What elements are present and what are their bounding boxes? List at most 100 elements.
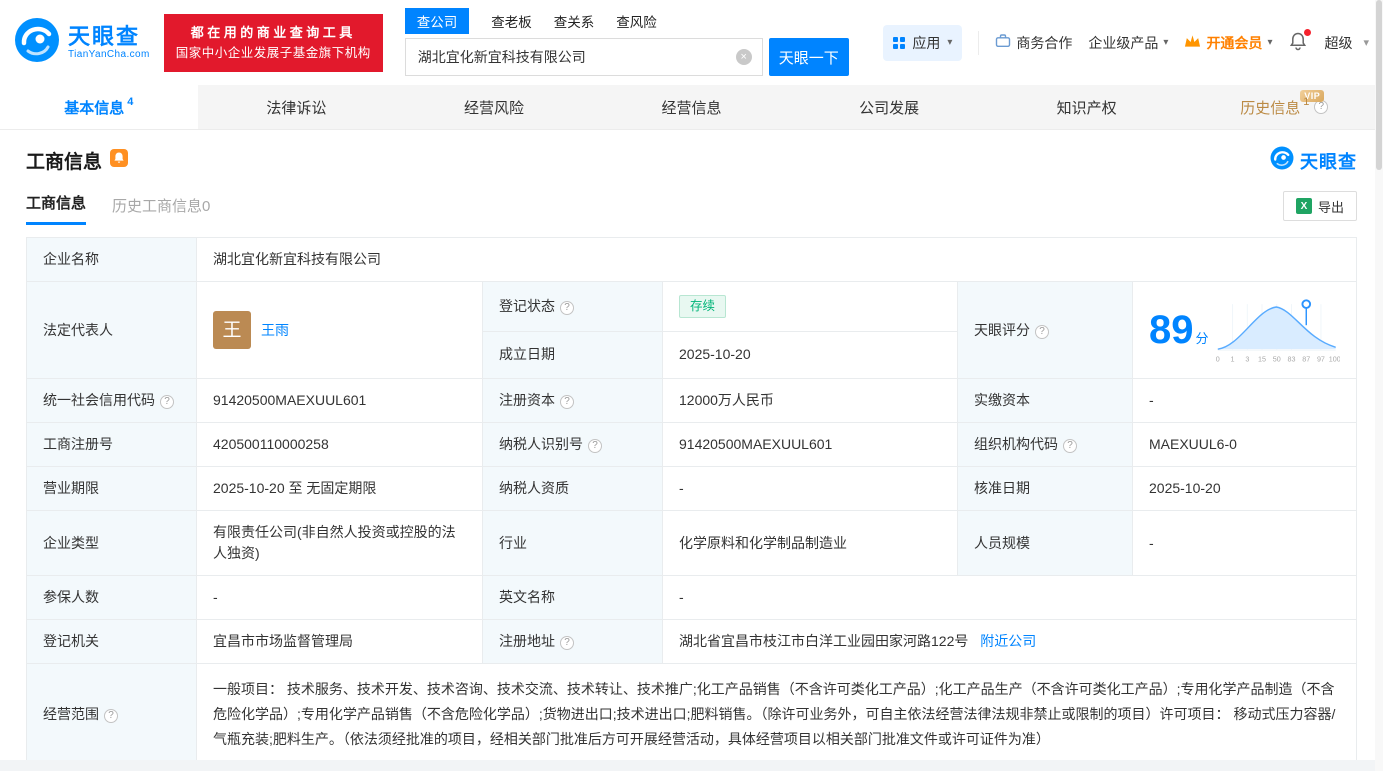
help-icon[interactable]: ? bbox=[160, 395, 174, 409]
search-area: 查公司 查老板 查关系 查风险 × 天眼一下 bbox=[404, 8, 849, 76]
approval-date-label: 核准日期 bbox=[957, 466, 1133, 511]
help-icon[interactable]: ? bbox=[588, 439, 602, 453]
reg-capital-value: 12000万人民币 bbox=[662, 378, 958, 423]
brand-name: 天眼查 bbox=[1300, 151, 1357, 172]
search-button[interactable]: 天眼一下 bbox=[768, 38, 849, 76]
svg-text:87: 87 bbox=[1302, 356, 1310, 364]
help-icon[interactable]: ? bbox=[1035, 324, 1049, 339]
table-row: 企业名称 湖北宜化新宜科技有限公司 bbox=[26, 237, 1357, 282]
scrollbar-thumb[interactable] bbox=[1376, 0, 1382, 170]
page-bottom-strip bbox=[0, 760, 1383, 771]
tab-count-badge: 1 bbox=[1303, 96, 1310, 108]
top-bar: 天眼查 TianYanCha.com 都在用的商业查询工具 国家中小企业发展子基… bbox=[0, 0, 1383, 85]
crown-icon bbox=[1184, 34, 1201, 51]
tab-label: 经营信息 bbox=[661, 99, 722, 117]
tianyancha-logo[interactable]: 天眼查 TianYanCha.com bbox=[14, 17, 150, 68]
promo-line2: 国家中小企业发展子基金旗下机构 bbox=[175, 45, 371, 60]
reg-number-value: 420500110000258 bbox=[196, 422, 483, 467]
tab-history-info[interactable]: VIP 历史信息 1 ? bbox=[1185, 85, 1383, 129]
promo-banner: 都在用的商业查询工具 国家中小企业发展子基金旗下机构 bbox=[163, 13, 383, 72]
tab-count-badge: 4 bbox=[127, 96, 134, 108]
score-cell[interactable]: 89 分 0 1 3 15 50 83 87 97 100 bbox=[1132, 281, 1357, 379]
logo-name: 天眼查 bbox=[68, 24, 141, 50]
export-label: 导出 bbox=[1317, 199, 1344, 215]
apps-label: 应用 bbox=[912, 34, 941, 51]
tab-company-development[interactable]: 公司发展 bbox=[790, 85, 988, 129]
help-icon[interactable]: ? bbox=[560, 636, 574, 650]
help-icon[interactable]: ? bbox=[560, 300, 574, 315]
search-type-tabs: 查公司 查老板 查关系 查风险 bbox=[404, 8, 849, 34]
help-icon[interactable]: ? bbox=[1063, 439, 1077, 453]
table-row: 经营范围? 一般项目： 技术服务、技术开发、技术咨询、技术交流、技术转让、技术推… bbox=[26, 663, 1357, 766]
excel-icon: X bbox=[1295, 198, 1312, 214]
approval-date-value: 2025-10-20 bbox=[1132, 466, 1357, 511]
nearby-companies-link[interactable]: 附近公司 bbox=[980, 633, 1036, 649]
tab-intellectual-property[interactable]: 知识产权 bbox=[988, 85, 1186, 129]
staff-size-value: - bbox=[1132, 510, 1357, 576]
nav-divider bbox=[978, 30, 980, 55]
search-tab-company[interactable]: 查公司 bbox=[404, 8, 470, 34]
help-icon[interactable]: ? bbox=[1314, 100, 1329, 114]
address-cell: 湖北省宜昌市枝江市白洋工业园田家河路122号 附近公司 bbox=[662, 619, 1357, 664]
chevron-down-icon: ▾ bbox=[1363, 37, 1369, 49]
notifications-button[interactable] bbox=[1288, 29, 1312, 54]
membership-label: 开通会员 bbox=[1206, 34, 1263, 51]
taxpayer-quality-label: 纳税人资质 bbox=[482, 466, 663, 511]
section-title: 工商信息 bbox=[26, 152, 103, 173]
table-row: 营业期限 2025-10-20 至 无固定期限 纳税人资质 - 核准日期 202… bbox=[26, 466, 1357, 511]
svg-text:97: 97 bbox=[1316, 356, 1324, 364]
subtab-history-business-info[interactable]: 历史工商信息0 bbox=[112, 195, 210, 225]
status-badge: 存续 bbox=[679, 294, 727, 318]
score-curve-chart: 0 1 3 15 50 83 87 97 100 bbox=[1215, 299, 1340, 364]
search-tab-relation[interactable]: 查关系 bbox=[554, 11, 595, 31]
legal-rep-avatar[interactable]: 王 bbox=[213, 311, 251, 349]
tab-operating-risk[interactable]: 经营风险 bbox=[395, 85, 593, 129]
nav-item-membership[interactable]: 开通会员 ▾ bbox=[1184, 33, 1272, 53]
org-code-label-cell: 组织机构代码? bbox=[957, 422, 1133, 467]
tab-business-info[interactable]: 经营信息 bbox=[593, 85, 791, 129]
tab-legal-proceedings[interactable]: 法律诉讼 bbox=[198, 85, 396, 129]
account-menu[interactable]: 超级 ▾ bbox=[1324, 33, 1369, 53]
address-label: 注册地址 bbox=[499, 633, 555, 649]
table-row: 法定代表人 王 王雨 登记状态? 存续 天眼评分? 89 分 0 1 3 15 … bbox=[26, 281, 1357, 379]
company-name-value: 湖北宜化新宜科技有限公司 bbox=[196, 237, 1357, 282]
scope-label-cell: 经营范围? bbox=[26, 663, 197, 766]
scrollbar[interactable] bbox=[1375, 0, 1383, 771]
enterprise-label: 企业级产品 bbox=[1088, 34, 1159, 51]
apps-menu[interactable]: 应用 ▾ bbox=[883, 24, 963, 61]
table-row: 工商注册号 420500110000258 纳税人识别号? 91420500MA… bbox=[26, 422, 1357, 467]
legal-rep-link[interactable]: 王雨 bbox=[261, 320, 289, 341]
search-tab-boss[interactable]: 查老板 bbox=[491, 11, 532, 31]
company-nav-tabs: 基本信息 4 法律诉讼 经营风险 经营信息 公司发展 知识产权 VIP 历史信息… bbox=[0, 85, 1383, 130]
english-name-label: 英文名称 bbox=[482, 575, 663, 620]
nav-item-cooperation[interactable]: 商务合作 bbox=[995, 33, 1072, 53]
score-label: 天眼评分 bbox=[974, 321, 1030, 338]
search-tab-risk[interactable]: 查风险 bbox=[616, 11, 657, 31]
scope-label: 经营范围 bbox=[43, 706, 99, 722]
help-icon[interactable]: ? bbox=[560, 395, 574, 409]
tab-label: 知识产权 bbox=[1056, 99, 1117, 117]
search-input[interactable] bbox=[405, 49, 762, 65]
reg-number-label: 工商注册号 bbox=[26, 422, 197, 467]
page: 天眼查 TianYanCha.com 都在用的商业查询工具 国家中小企业发展子基… bbox=[0, 0, 1383, 771]
help-icon[interactable]: ? bbox=[104, 709, 118, 723]
subtab-business-info[interactable]: 工商信息 bbox=[26, 192, 87, 225]
insured-value: - bbox=[196, 575, 483, 620]
clear-icon[interactable]: × bbox=[735, 49, 752, 65]
export-button[interactable]: X 导出 bbox=[1282, 191, 1357, 221]
taxpayer-quality-value: - bbox=[662, 466, 958, 511]
brand-watermark: 天眼查 bbox=[1270, 146, 1357, 175]
reg-status-label-cell: 登记状态? bbox=[482, 281, 663, 332]
tab-basic-info[interactable]: 基本信息 4 bbox=[0, 85, 198, 129]
notification-dot bbox=[1304, 29, 1312, 36]
business-term-label: 营业期限 bbox=[26, 466, 197, 511]
credit-code-label: 统一社会信用代码 bbox=[43, 392, 155, 408]
authority-value: 宜昌市市场监督管理局 bbox=[196, 619, 483, 664]
tab-label: 法律诉讼 bbox=[266, 99, 327, 117]
header-nav: 应用 ▾ 商务合作 企业级产品 ▾ 开通会员 ▾ 超级 ▾ bbox=[883, 24, 1369, 61]
alert-bell-icon[interactable] bbox=[110, 149, 129, 172]
nav-item-enterprise[interactable]: 企业级产品 ▾ bbox=[1088, 33, 1168, 53]
tab-label: 公司发展 bbox=[859, 99, 920, 117]
org-code-value: MAEXUUL6-0 bbox=[1132, 422, 1357, 467]
svg-text:3: 3 bbox=[1245, 356, 1249, 364]
